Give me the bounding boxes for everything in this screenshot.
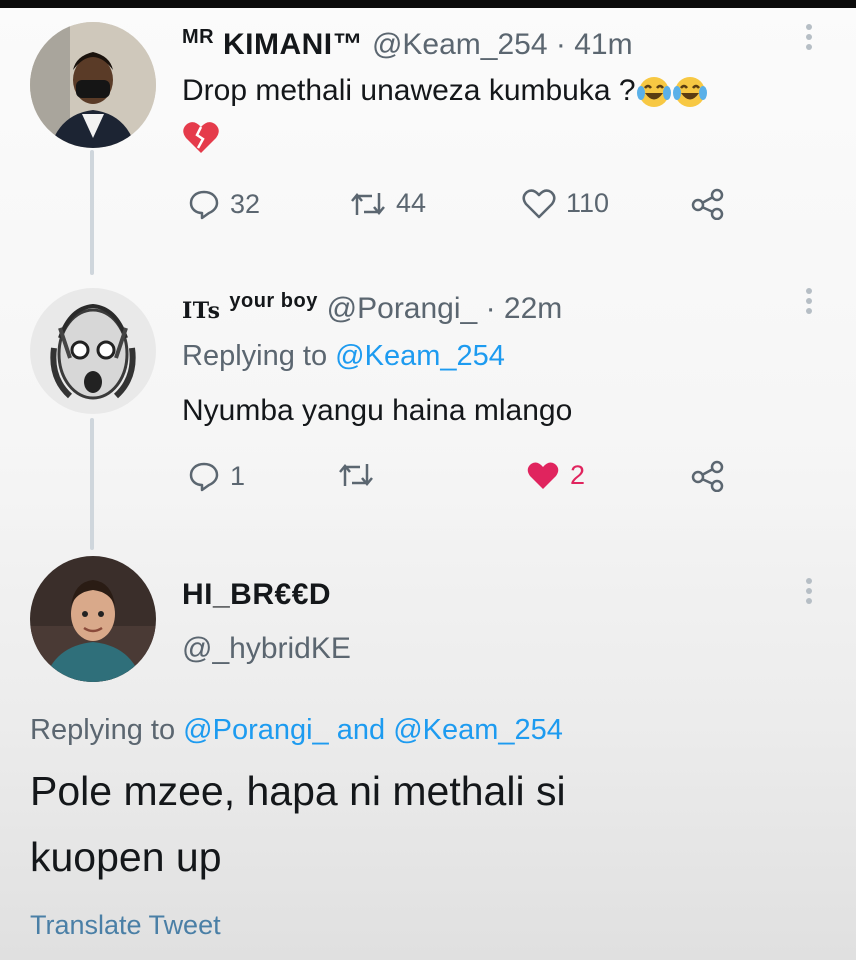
separator-dot: ·: [485, 292, 496, 325]
name-prefix: MR: [182, 26, 215, 48]
separator-dot: ·: [555, 28, 566, 61]
reply-button[interactable]: 1: [188, 460, 245, 492]
retweet-count: 44: [396, 188, 427, 218]
more-options-icon[interactable]: [804, 578, 814, 608]
replying-to-label: Replying to: [30, 714, 176, 746]
tweet-body: Drop methali unaweza kumbuka ?: [182, 74, 636, 107]
heart-icon: [522, 188, 556, 218]
tweet-header: MR KIMANI™ @Keam_254 · 41m: [182, 26, 633, 62]
retweet-icon: [351, 192, 385, 215]
tweet-text-line-1: Pole mzee, hapa ni methali si: [30, 768, 566, 814]
tweet-text: Drop methali unaweza kumbuka ?: [182, 74, 708, 110]
reply-count: 32: [230, 188, 261, 219]
share-icon: [691, 188, 724, 220]
more-options-icon[interactable]: [804, 24, 814, 54]
mention-link[interactable]: @Keam_254: [335, 340, 505, 372]
retweet-icon: [339, 464, 373, 486]
reply-icon: [189, 190, 219, 220]
avatar[interactable]: [30, 288, 156, 414]
display-name[interactable]: ITs your boy: [182, 290, 327, 325]
and-label: and: [336, 714, 386, 746]
handle[interactable]: @Keam_254: [372, 28, 548, 61]
avatar[interactable]: [30, 22, 156, 148]
like-button[interactable]: 110: [522, 188, 609, 219]
handle[interactable]: @_hybridKE: [182, 632, 351, 666]
mention-link[interactable]: @Keam_254: [393, 714, 563, 746]
share-button[interactable]: [690, 188, 726, 220]
replying-to: Replying to @Porangi_ and @Keam_254: [30, 714, 563, 747]
tweet-actions: 1 2: [188, 460, 748, 500]
retweet-button[interactable]: 44: [350, 188, 426, 219]
replying-to-label: Replying to: [182, 340, 328, 372]
reply-count: 1: [230, 460, 246, 491]
retweet-button[interactable]: [338, 460, 384, 490]
display-name[interactable]: MR KIMANI™: [182, 26, 372, 61]
timestamp[interactable]: 22m: [504, 292, 562, 325]
share-button[interactable]: [690, 460, 726, 492]
handle[interactable]: @Porangi_: [327, 292, 478, 325]
tweet-actions: 32 44 110: [188, 188, 748, 228]
heart-filled-icon: [527, 462, 559, 489]
tweet-text-line-2: kuopen up: [30, 834, 222, 880]
tweet-header: ITs your boy @Porangi_ · 22m: [182, 290, 562, 326]
like-count: 110: [566, 188, 610, 218]
like-count: 2: [570, 460, 586, 490]
replying-to: Replying to @Keam_254: [182, 340, 505, 373]
tears-of-joy-icon: [636, 77, 671, 108]
share-icon: [691, 460, 724, 492]
translate-tweet-link[interactable]: Translate Tweet: [30, 910, 221, 941]
timestamp[interactable]: 41m: [574, 28, 632, 61]
mention-link[interactable]: @Porangi_: [183, 714, 329, 746]
name-prefix: ITs: [182, 298, 221, 324]
display-name[interactable]: HI_BR€€D: [182, 578, 331, 612]
more-options-icon[interactable]: [804, 288, 814, 318]
tweet-text: Nyumba yangu haina mlango: [182, 394, 573, 427]
avatar[interactable]: [30, 556, 156, 682]
like-button[interactable]: 2: [526, 460, 585, 491]
top-bar: [0, 0, 856, 8]
thread-line: [90, 150, 94, 275]
reply-icon: [189, 462, 219, 492]
name-text: KIMANI™: [222, 28, 364, 61]
thread-line: [90, 418, 94, 550]
broken-heart-icon: [182, 120, 220, 161]
name-text: your boy: [229, 290, 318, 312]
tears-of-joy-icon: [672, 77, 707, 108]
reply-button[interactable]: 32: [188, 188, 260, 220]
